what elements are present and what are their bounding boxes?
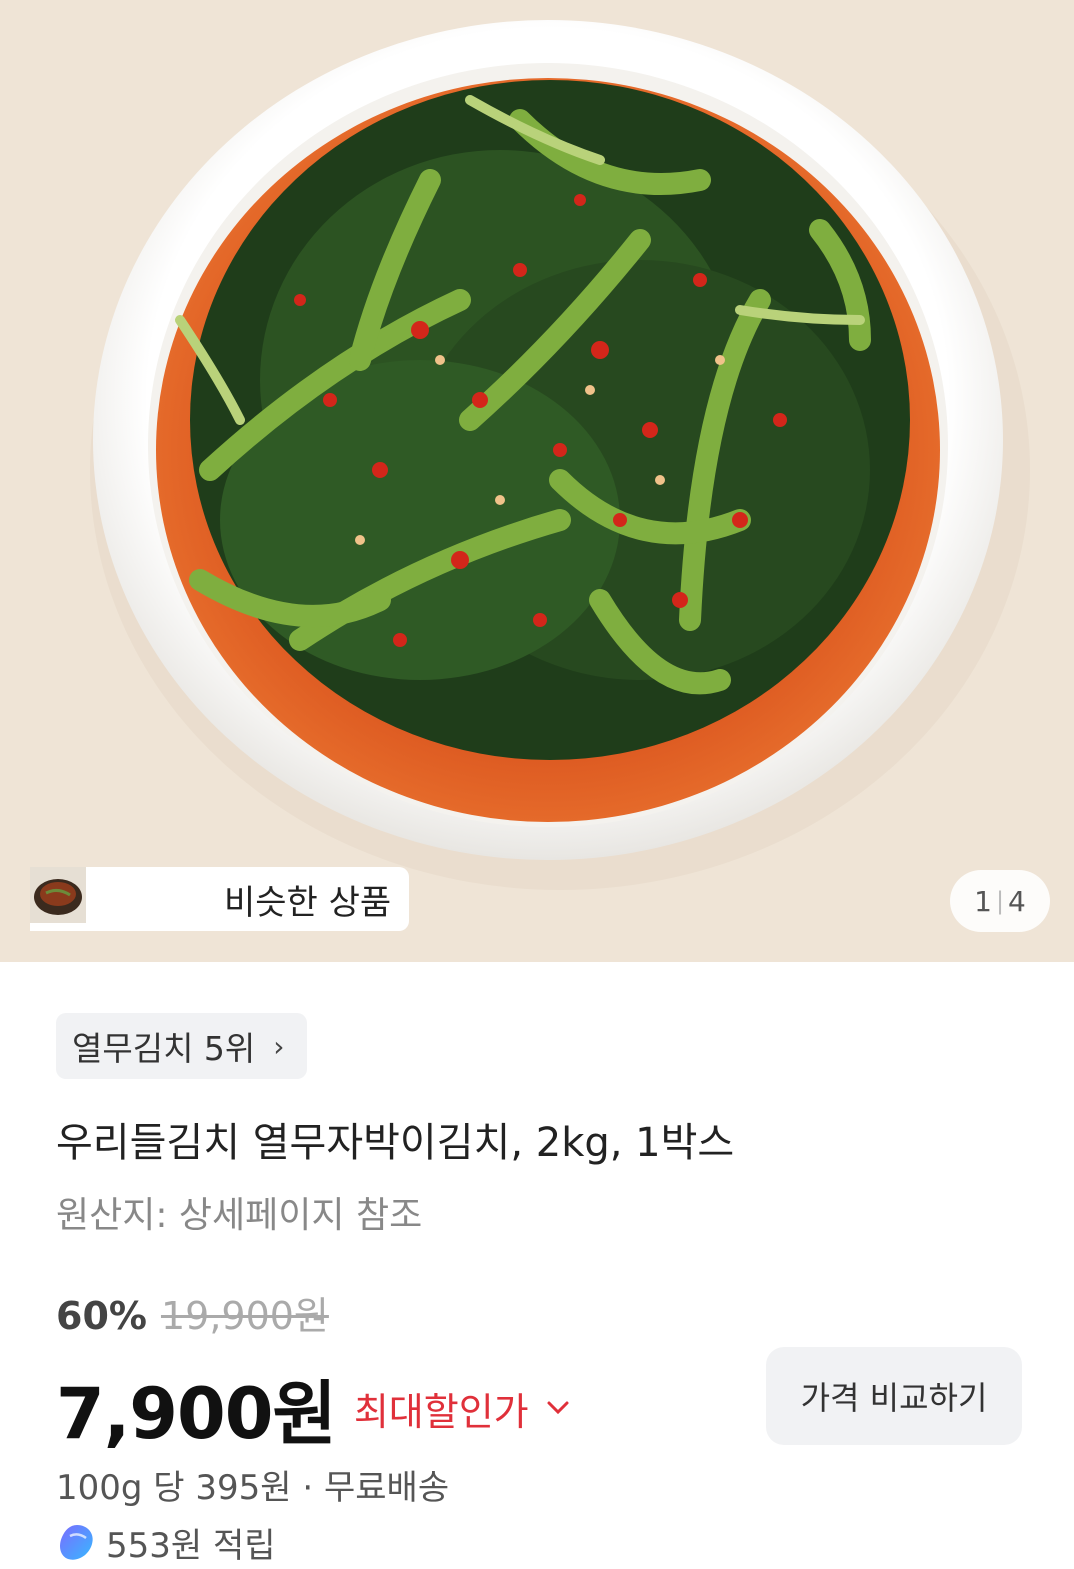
original-price: 19,900원	[160, 1294, 329, 1338]
points-label: 553원 적립	[106, 1526, 276, 1566]
chevron-down-icon	[545, 1394, 571, 1424]
thumbnail-3[interactable]	[30, 867, 210, 927]
kimchi-bowl-photo	[0, 0, 1074, 962]
unit-price-shipping: 100g 당 395원 · 무료배송	[56, 1460, 449, 1509]
product-origin: 원산지: 상세페이지 참조	[56, 1195, 423, 1236]
category-rank-badge[interactable]: 열무김치 5위 ›	[56, 1013, 307, 1079]
image-page-counter: 1 | 4	[950, 870, 1050, 932]
max-discount-label: 최대할인가	[353, 1390, 529, 1434]
max-discount-toggle[interactable]: 최대할인가	[354, 1381, 571, 1436]
sale-price: 7,900원	[56, 1373, 337, 1455]
cash-points-icon	[60, 1524, 93, 1560]
discount-percent: 60%	[56, 1294, 147, 1338]
page-separator: |	[995, 887, 1005, 915]
separator-dot: ·	[302, 1468, 314, 1508]
unit-price: 100g 당 395원	[56, 1468, 292, 1508]
product-title: 우리들김치 열무자박이김치, 2kg, 1박스	[56, 1120, 735, 1166]
shipping-info: 무료배송	[324, 1468, 450, 1508]
price-row: 7,900원 최대할인가	[56, 1358, 571, 1459]
rank-badge-label: 열무김치 5위	[72, 1029, 256, 1068]
chevron-right-icon: ›	[273, 1029, 285, 1063]
discount-row: 60% 19,900원	[56, 1285, 329, 1340]
similar-products-link[interactable]: 비슷한 상품	[224, 875, 391, 924]
page-total: 4	[1008, 884, 1026, 918]
page-current: 1	[974, 884, 992, 918]
product-main-image[interactable]: 비슷한 상품 1 | 4	[0, 0, 1074, 962]
points-row: 553원 적립	[56, 1518, 276, 1567]
thumbnail-strip: 비슷한 상품	[30, 867, 410, 931]
price-compare-button[interactable]: 가격 비교하기	[766, 1347, 1022, 1445]
thumbnail-2[interactable]	[30, 867, 150, 927]
